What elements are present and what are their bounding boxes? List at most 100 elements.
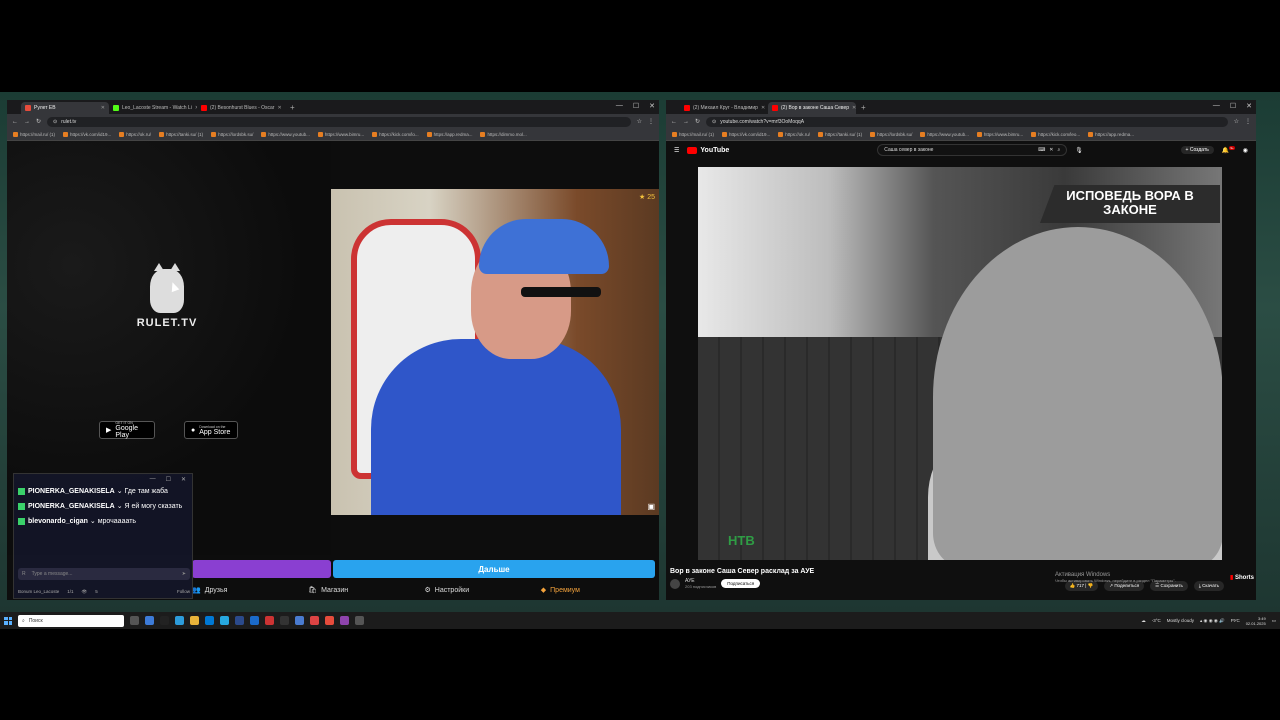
clear-search-icon[interactable]: ✕ [1049,147,1053,153]
bookmark-star-icon[interactable]: ☆ [1234,118,1239,125]
nav-shop[interactable]: 🛍 Магазин [308,584,424,596]
chrome-icon[interactable] [325,616,334,625]
bookmark-item[interactable]: https://vk.com/id19... [63,132,111,137]
search-icon[interactable]: ⌕ [1057,147,1060,153]
stop-button[interactable] [192,560,331,578]
bookmark-item[interactable]: https://tanki.su/ (1) [159,132,203,137]
chat-username[interactable]: PIONERKA_GENAKISELA [28,488,115,495]
nav-settings[interactable]: ⚙ Настройки [425,584,541,596]
app-icon[interactable] [295,616,304,625]
shorts-heading[interactable]: ▮ Shorts [1230,574,1254,581]
telegram-icon[interactable] [220,616,229,625]
forward-icon[interactable]: → [683,119,689,125]
bookmark-item[interactable]: https://www.youtub... [920,132,969,137]
bookmark-item[interactable]: https://www.bimru... [317,132,364,137]
store-icon[interactable] [205,616,214,625]
search-input[interactable]: Саша север в законе ⌨ ✕ ⌕ [877,144,1068,156]
bookmark-item[interactable]: https://lordsbk.su/ [870,132,912,137]
tab-kick[interactable]: Leo_Lacoste Stream - Watch Li ✕ [109,102,197,114]
bookmark-item[interactable]: https://www.bimru... [976,132,1023,137]
microphone-icon[interactable]: 🎙 [1075,147,1083,154]
close-window-icon[interactable]: ✕ [649,102,655,110]
bookmark-item[interactable]: https://ok.ru/ [119,132,151,137]
hamburger-menu-icon[interactable]: ☰ [674,147,679,154]
download-button[interactable]: ⤓ Скачать [1193,581,1224,591]
tab-youtube-sever[interactable]: (2) Вор в законе Саша Север ✕ [768,102,856,114]
youtube-logo[interactable]: YouTube [687,146,729,154]
tab-youtube[interactable]: (2) Besonhurst Blues - Oscar ✕ [197,102,285,114]
bookmark-item[interactable]: https://lordsbk.su/ [211,132,253,137]
clock[interactable]: 3:49 02.01.2025 [1246,616,1266,626]
bookmark-item[interactable]: https://dimmo.mol... [480,132,527,137]
copilot-icon[interactable] [145,616,154,625]
forward-icon[interactable]: → [24,119,30,125]
bookmark-star-icon[interactable]: ☆ [637,118,642,125]
bookmark-item[interactable]: https://app.redma... [426,132,472,137]
tab-rulet[interactable]: Рулет ЕВ ✕ [21,102,109,114]
bookmark-item[interactable]: https://mail.ru/ (1) [672,132,714,137]
status-follow[interactable]: Follow [177,589,190,595]
bookmark-item[interactable]: https://app.redma... [1088,132,1134,137]
reload-icon[interactable]: ↻ [36,118,41,125]
maximize-icon[interactable]: ☐ [1230,102,1236,110]
url-field[interactable]: ⊙ youtube.com/watch?v=mrf3OoMoqqA [706,116,1228,127]
video-player[interactable]: ИСПОВЕДЬ ВОРА В ЗАКОНЕ НТВ [698,167,1222,560]
nav-premium[interactable]: ◆ Премиум [541,584,657,596]
send-icon[interactable]: ➤ [182,571,186,577]
bookmark-item[interactable]: https://mail.ru/ (1) [13,132,55,137]
minimize-icon[interactable]: — [150,476,156,482]
taskbar-search[interactable]: ⌕ Поиск [18,614,124,627]
nav-friends[interactable]: 👥 Друзья [192,584,308,596]
minimize-icon[interactable]: — [1213,102,1220,110]
maximize-icon[interactable]: ☐ [166,476,171,483]
new-tab-button[interactable]: + [285,102,300,114]
tab-youtube-krug[interactable]: (2) Михаил Круг - Владимир ✕ [680,102,768,114]
close-tab-icon[interactable]: ✕ [761,105,765,111]
back-icon[interactable]: ← [12,119,18,125]
new-tab-button[interactable]: + [856,102,871,114]
url-field[interactable]: ⊙ rulet.tv [47,116,631,127]
notifications-bell-icon[interactable]: 🔔9+ [1222,146,1235,154]
close-window-icon[interactable]: ✕ [1246,102,1252,110]
weather-icon[interactable]: ☁ [1141,618,1146,624]
subscribe-button[interactable]: Подписаться [721,579,761,588]
steam-icon[interactable] [235,616,244,625]
site-info-icon[interactable]: ⊙ [53,119,57,125]
browser-menu-icon[interactable]: ⋮ [1245,118,1251,125]
browser-menu-icon[interactable]: ⋮ [648,118,654,125]
app-store-button[interactable]: ● Download on the App Store [184,421,238,439]
reload-icon[interactable]: ↻ [695,118,700,125]
yandex-icon[interactable] [310,616,319,625]
close-icon[interactable]: ✕ [181,476,186,483]
bookmark-item[interactable]: https://ok.ru/ [778,132,810,137]
google-play-button[interactable]: ▶ GET IT ON Google Play [99,421,155,439]
camera-icon[interactable]: ▣ [647,502,655,511]
site-info-icon[interactable]: ⊙ [712,119,716,125]
app-icon[interactable] [280,616,289,625]
avatar[interactable]: ◉ [1243,147,1248,154]
bookmark-item[interactable]: https://kick.com/leo... [1031,132,1080,137]
chat-username[interactable]: PIONERKA_GENAKISELA [28,503,115,510]
game-icon[interactable] [265,616,274,625]
media-player-icon[interactable] [160,616,169,625]
language-indicator[interactable]: РУС [1231,618,1240,623]
channel-avatar[interactable] [670,578,680,589]
rulet-logo[interactable]: RULET.TV [127,263,207,329]
bookmark-item[interactable]: https://kick.com/lo... [372,132,419,137]
edge-icon[interactable] [175,616,184,625]
discord-icon[interactable] [340,616,349,625]
task-view-icon[interactable] [130,616,139,625]
notification-center-icon[interactable]: ▭ [1272,618,1276,624]
browser-icon[interactable] [250,616,259,625]
create-button[interactable]: + Создать [1180,146,1214,154]
tray-icons[interactable]: ▴ ◉ ◉ ◉ 🔊 [1200,618,1225,624]
file-explorer-icon[interactable] [190,616,199,625]
keyboard-icon[interactable]: ⌨ [1038,147,1045,153]
close-tab-icon[interactable]: ✕ [101,105,105,111]
close-tab-icon[interactable]: ✕ [277,105,281,111]
maximize-icon[interactable]: ☐ [633,102,639,110]
chat-username[interactable]: blevonardo_cigan [28,518,88,525]
bookmark-item[interactable]: https://www.youtub... [261,132,310,137]
chrome-icon[interactable] [355,616,364,625]
chat-input[interactable]: R Type a message... ➤ [18,568,190,580]
